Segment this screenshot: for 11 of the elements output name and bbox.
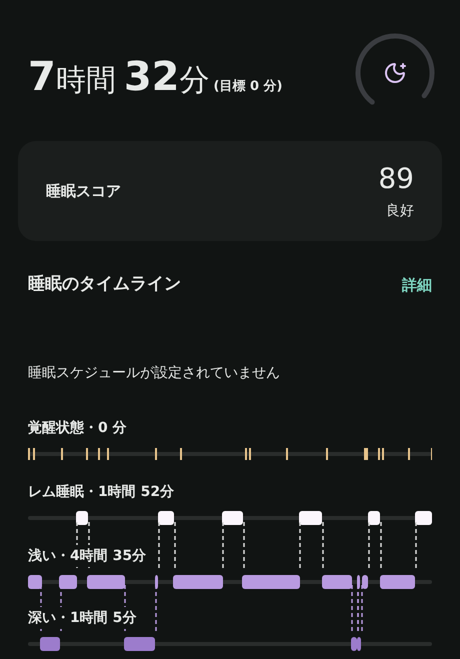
schedule-notice: 睡眠スケジュールが設定されていません xyxy=(27,364,281,383)
goal-text: (目標 0 分) xyxy=(214,78,282,96)
stage-label: 深い・1時間 5分 xyxy=(28,607,136,629)
timeline-title: 睡眠のタイムライン xyxy=(28,273,181,296)
score-value: 89 xyxy=(378,160,414,196)
sleep-duration: 7時間 32分 xyxy=(28,53,210,102)
score-label: 睡眠スコア xyxy=(46,180,121,202)
score-rating: 良好 xyxy=(386,202,414,220)
stage-label: 浅い・4時間 35分 xyxy=(28,545,146,567)
details-link[interactable]: 詳細 xyxy=(402,274,432,296)
sleep-score-card[interactable]: 睡眠スコア 89 良好 xyxy=(18,141,442,241)
